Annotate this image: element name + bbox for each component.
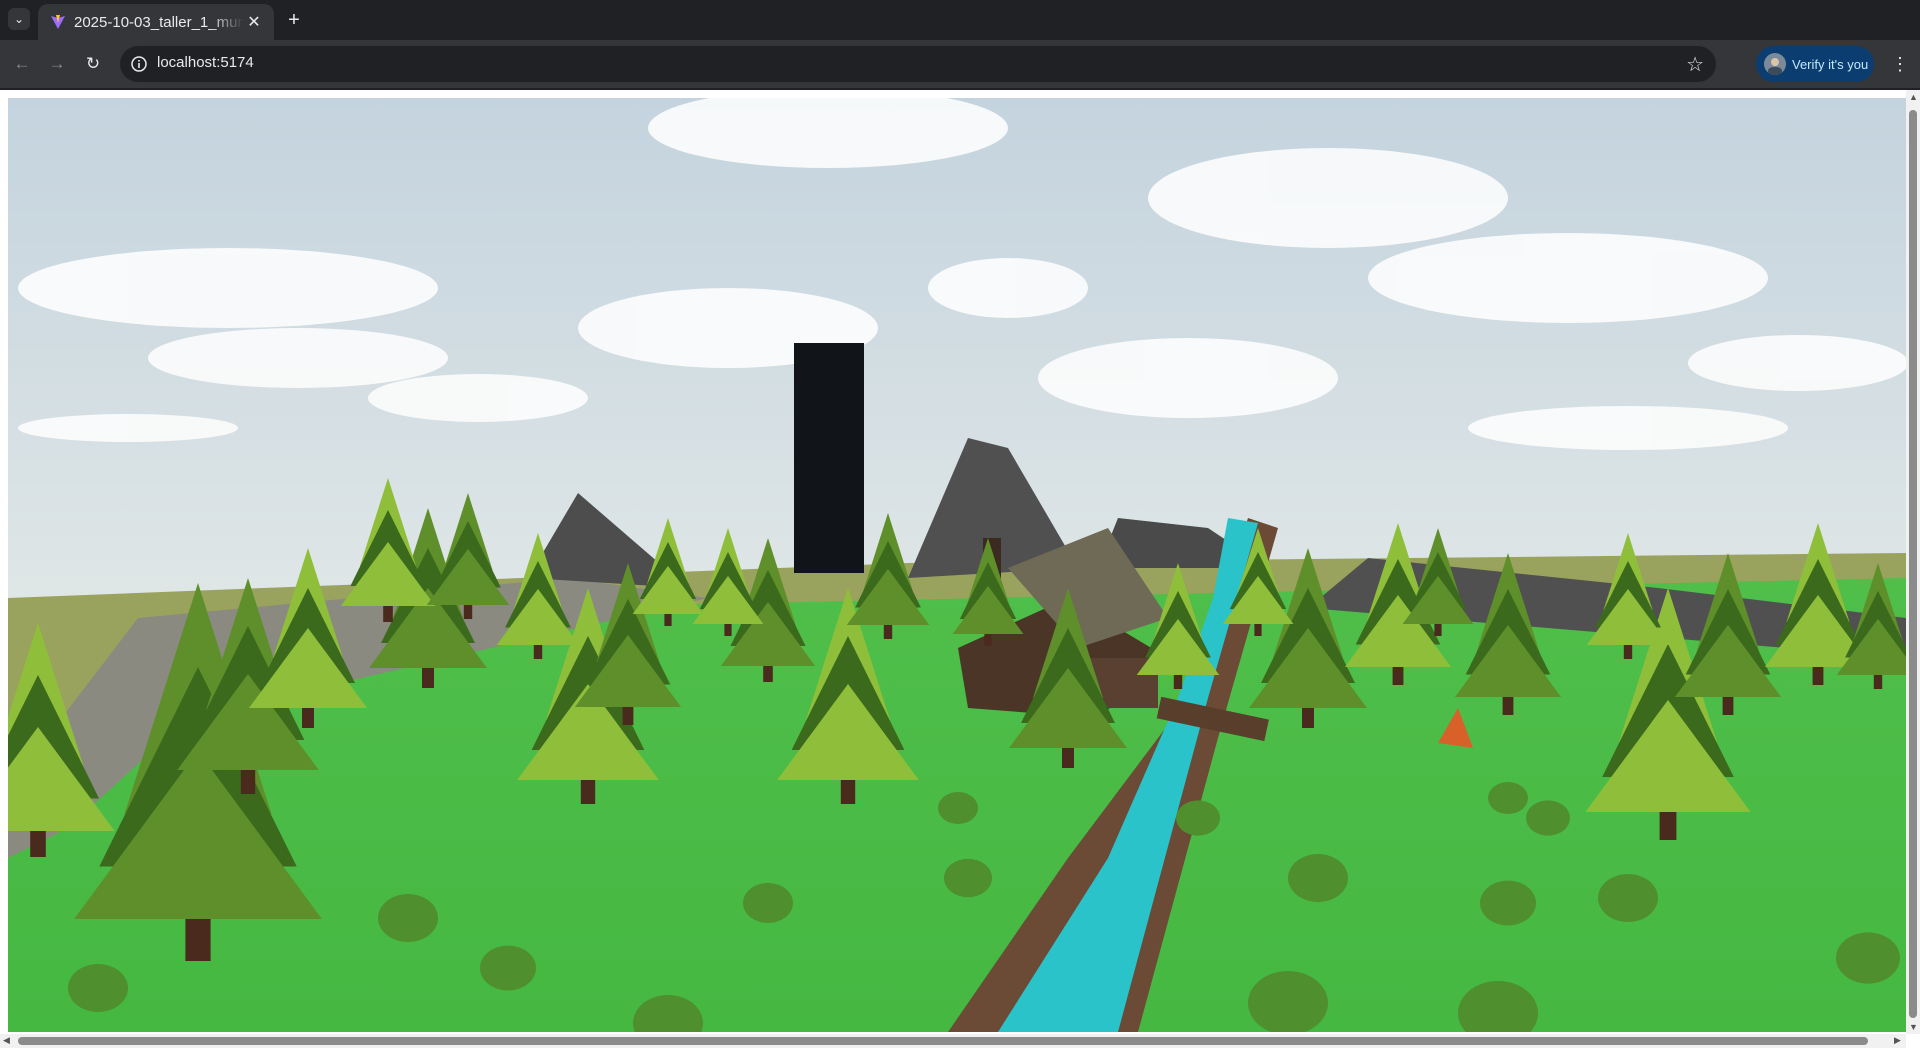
black-tower	[794, 343, 864, 573]
back-button[interactable]: ←	[10, 52, 34, 76]
bush	[1836, 932, 1900, 984]
bush	[1480, 880, 1536, 926]
arrow-right-icon: →	[48, 54, 66, 73]
bush	[1248, 971, 1328, 1032]
page-viewport: ▲ ▼ ◀ ▶	[0, 90, 1920, 1048]
address-bar[interactable]: localhost:5174 ☆	[120, 46, 1716, 82]
active-tab[interactable]: 2025-10-03_taller_1_mundo_3d ✕	[38, 4, 274, 40]
bush	[1598, 874, 1658, 922]
verify-label: Verify it's you	[1792, 56, 1869, 72]
tab-search-button[interactable]: ⌄	[8, 8, 30, 30]
horizontal-scroll-thumb[interactable]	[18, 1037, 1868, 1045]
bush	[1176, 800, 1220, 836]
vertical-scrollbar[interactable]: ▲ ▼	[1906, 90, 1920, 1034]
reload-button[interactable]: ↻	[81, 52, 105, 76]
verify-identity-button[interactable]: Verify it's you	[1756, 46, 1874, 82]
vite-logo-icon	[51, 15, 65, 29]
toolbar: ← → ↻ localhost:5174 ☆ Verify it's you ⋮	[0, 40, 1920, 88]
forward-button[interactable]: →	[45, 52, 69, 76]
avatar-icon	[1764, 53, 1786, 75]
chevron-down-icon: ⌄	[13, 12, 25, 26]
vertical-scroll-thumb[interactable]	[1909, 110, 1917, 1018]
bush	[68, 964, 128, 1012]
bush	[1526, 800, 1570, 836]
bush	[480, 945, 536, 991]
3d-scene-canvas[interactable]	[8, 98, 1906, 1032]
bush	[378, 894, 438, 942]
bush	[1488, 782, 1528, 814]
bush	[944, 858, 992, 898]
bush	[938, 792, 978, 824]
scene-render	[8, 98, 1906, 1032]
kebab-menu-icon[interactable]: ⋮	[1888, 52, 1912, 76]
arrow-left-icon: ←	[13, 54, 31, 73]
close-icon[interactable]: ✕	[244, 12, 264, 32]
url-text[interactable]: localhost:5174	[157, 54, 254, 71]
info-icon[interactable]	[130, 55, 148, 73]
bush	[1288, 854, 1348, 902]
star-icon[interactable]: ☆	[1686, 52, 1704, 77]
reload-icon: ↻	[85, 54, 101, 73]
horizontal-scrollbar[interactable]: ◀ ▶	[0, 1034, 1906, 1048]
bush	[743, 883, 793, 923]
tab-strip: ⌄ 2025-10-03_taller_1_mundo_3d ✕ +	[0, 0, 1920, 40]
tab-title: 2025-10-03_taller_1_mundo_3d	[74, 13, 244, 31]
new-tab-button[interactable]: +	[282, 8, 306, 32]
